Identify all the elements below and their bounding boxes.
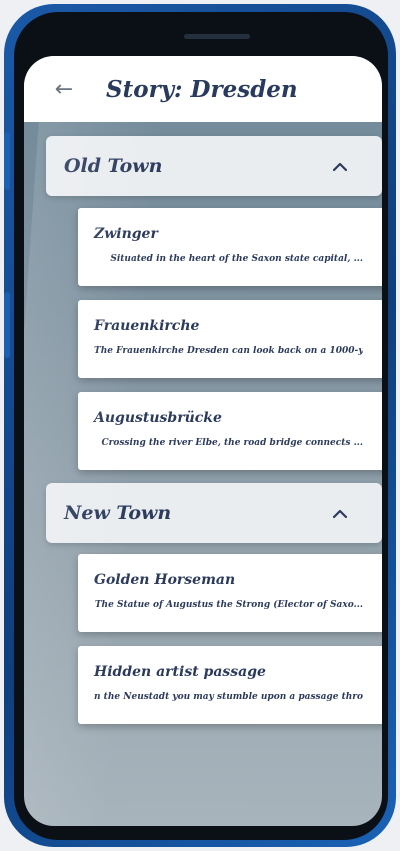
item-title: Zwinger [94, 226, 158, 242]
list-item-zwinger[interactable]: Zwinger Situated in the heart of the Sax… [78, 208, 382, 286]
arrow-left-icon: ← [54, 76, 74, 102]
phone-frame: ← Story: Dresden Old Town Zwinger Situat… [4, 4, 396, 847]
item-description: The Frauenkirche Dresden can look back o… [94, 346, 363, 356]
item-title: Hidden artist passage [94, 664, 266, 680]
app-bar: ← Story: Dresden [24, 56, 382, 122]
item-description: Situated in the heart of the Saxon state… [110, 254, 363, 264]
item-title: Augustusbrücke [94, 410, 222, 426]
item-title: Golden Horseman [94, 572, 236, 588]
phone-bezel: ← Story: Dresden Old Town Zwinger Situat… [14, 12, 388, 840]
phone-side-button [4, 132, 10, 190]
list-item-golden-horseman[interactable]: Golden Horseman The Statue of Augustus t… [78, 554, 382, 632]
list-item-frauenkirche[interactable]: Frauenkirche The Frauenkirche Dresden ca… [78, 300, 382, 378]
section-header-old-town[interactable]: Old Town [46, 136, 382, 196]
phone-speaker [184, 34, 250, 39]
chevron-up-icon[interactable] [332, 505, 348, 521]
list-item-hidden-artist-passage[interactable]: Hidden artist passage n the Neustadt you… [78, 646, 382, 724]
section-header-new-town[interactable]: New Town [46, 483, 382, 543]
item-description: Crossing the river Elbe, the road bridge… [101, 438, 363, 448]
back-button[interactable]: ← [40, 65, 88, 113]
item-description: The Statue of Augustus the Strong (Elect… [94, 600, 363, 610]
item-title: Frauenkirche [94, 318, 200, 334]
section-title: Old Town [64, 155, 163, 177]
app-screen: ← Story: Dresden Old Town Zwinger Situat… [24, 56, 382, 826]
section-title: New Town [64, 502, 172, 524]
list-item-augustusbruecke[interactable]: Augustusbrücke Crossing the river Elbe, … [78, 392, 382, 470]
chevron-up-icon[interactable] [332, 158, 348, 174]
page-title: Story: Dresden [106, 75, 298, 103]
phone-side-button [4, 292, 10, 358]
item-description: n the Neustadt you may stumble upon a pa… [94, 692, 363, 702]
